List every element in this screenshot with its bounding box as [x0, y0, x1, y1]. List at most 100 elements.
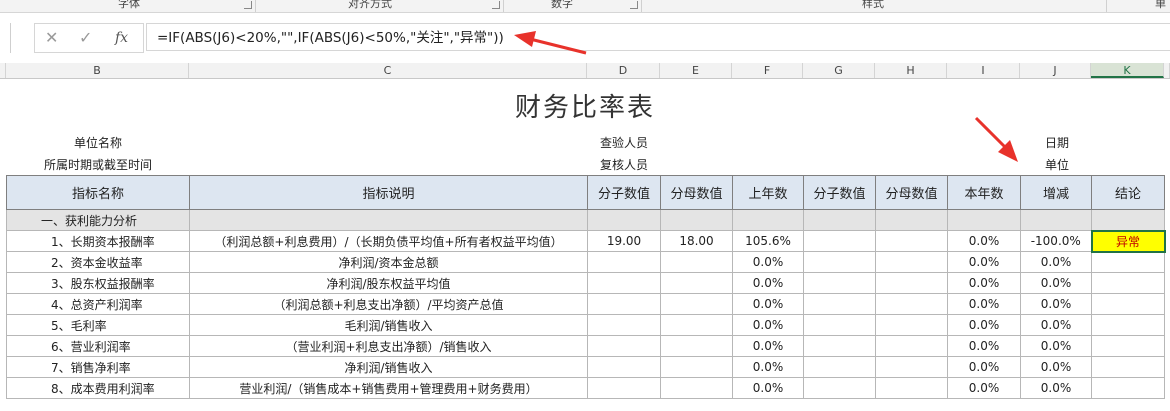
insert-function-icon[interactable]: fx — [115, 28, 128, 48]
change-cell[interactable]: 0.0% — [1020, 272, 1092, 294]
table-cell[interactable] — [660, 209, 733, 231]
denominator-curr-cell[interactable] — [875, 251, 948, 273]
current-year-cell[interactable]: 0.0% — [947, 377, 1021, 399]
checker-label[interactable]: 查验人员 — [600, 134, 648, 151]
numerator-curr-cell[interactable] — [803, 335, 876, 357]
column-header-l[interactable] — [1164, 63, 1170, 78]
denominator-prev-cell[interactable] — [660, 314, 733, 336]
change-cell[interactable]: 0.0% — [1020, 356, 1092, 378]
indicator-desc-cell[interactable]: 净利润/股东权益平均值 — [189, 272, 588, 294]
indicator-desc-cell[interactable]: （营业利润+利息支出净额）/销售收入 — [189, 335, 588, 357]
header-indicator-name[interactable]: 指标名称 — [6, 175, 190, 210]
numerator-curr-cell[interactable] — [803, 314, 876, 336]
table-cell[interactable] — [1020, 209, 1092, 231]
denominator-prev-cell[interactable] — [660, 356, 733, 378]
column-header-e[interactable]: E — [660, 63, 732, 78]
numerator-prev-cell[interactable] — [587, 356, 661, 378]
current-year-cell[interactable]: 0.0% — [947, 356, 1021, 378]
numerator-curr-cell[interactable] — [803, 230, 876, 252]
numerator-prev-cell[interactable] — [587, 251, 661, 273]
previous-year-cell[interactable]: 0.0% — [732, 293, 804, 315]
denominator-prev-cell[interactable] — [660, 251, 733, 273]
formula-input[interactable]: =IF(ABS(J6)<20%,"",IF(ABS(J6)<50%,"关注","… — [146, 23, 1170, 51]
current-year-cell[interactable]: 0.0% — [947, 335, 1021, 357]
header-conclusion[interactable]: 结论 — [1091, 175, 1165, 210]
alignment-launcher-icon[interactable] — [492, 1, 500, 9]
previous-year-cell[interactable]: 0.0% — [732, 314, 804, 336]
column-header-j[interactable]: J — [1020, 63, 1091, 78]
indicator-desc-cell[interactable]: 净利润/资本金总额 — [189, 251, 588, 273]
numerator-prev-cell[interactable] — [587, 314, 661, 336]
indicator-desc-cell[interactable]: （利润总额+利息支出净额）/平均资产总值 — [189, 293, 588, 315]
worksheet[interactable]: 财务比率表 单位名称 所属时期或截至时间 查验人员 复核人员 日期 单位 指标名… — [0, 79, 1170, 411]
change-cell[interactable]: 0.0% — [1020, 377, 1092, 399]
table-cell[interactable] — [875, 209, 948, 231]
ribbon-group-alignment[interactable]: 对齐方式 — [348, 0, 392, 11]
denominator-prev-cell[interactable] — [660, 293, 733, 315]
header-previous-year[interactable]: 上年数 — [732, 175, 804, 210]
previous-year-cell[interactable]: 0.0% — [732, 356, 804, 378]
column-header-c[interactable]: C — [189, 63, 587, 78]
table-cell[interactable] — [1091, 209, 1165, 231]
change-cell[interactable]: 0.0% — [1020, 251, 1092, 273]
denominator-prev-cell[interactable] — [660, 335, 733, 357]
denominator-prev-cell[interactable] — [660, 272, 733, 294]
numerator-prev-cell[interactable]: 19.00 — [587, 230, 661, 252]
column-header-h[interactable]: H — [875, 63, 947, 78]
current-year-cell[interactable]: 0.0% — [947, 272, 1021, 294]
current-year-cell[interactable]: 0.0% — [947, 314, 1021, 336]
numerator-prev-cell[interactable] — [587, 377, 661, 399]
header-current-year[interactable]: 本年数 — [947, 175, 1021, 210]
change-cell[interactable]: -100.0% — [1020, 230, 1092, 252]
header-denominator-curr[interactable]: 分母数值 — [875, 175, 948, 210]
indicator-name-cell[interactable]: 4、总资产利润率 — [6, 293, 190, 315]
ribbon-group-number[interactable]: 数字 — [551, 0, 573, 11]
conclusion-cell[interactable] — [1091, 356, 1165, 378]
unit-label[interactable]: 单位 — [1045, 156, 1069, 173]
denominator-prev-cell[interactable] — [660, 377, 733, 399]
conclusion-cell[interactable] — [1091, 314, 1165, 336]
sheet-title[interactable]: 财务比率表 — [0, 87, 1170, 124]
header-numerator-curr[interactable]: 分子数值 — [803, 175, 876, 210]
reviewer-label[interactable]: 复核人员 — [600, 156, 648, 173]
indicator-name-cell[interactable]: 6、营业利润率 — [6, 335, 190, 357]
date-label[interactable]: 日期 — [1045, 134, 1069, 151]
numerator-prev-cell[interactable] — [587, 272, 661, 294]
conclusion-cell[interactable] — [1091, 272, 1165, 294]
font-launcher-icon[interactable] — [244, 1, 252, 9]
indicator-name-cell[interactable]: 5、毛利率 — [6, 314, 190, 336]
numerator-curr-cell[interactable] — [803, 272, 876, 294]
denominator-prev-cell[interactable]: 18.00 — [660, 230, 733, 252]
previous-year-cell[interactable]: 0.0% — [732, 377, 804, 399]
indicator-desc-cell[interactable]: （利润总额+利息费用）/（长期负债平均值+所有者权益平均值） — [189, 230, 588, 252]
header-numerator-prev[interactable]: 分子数值 — [587, 175, 661, 210]
x-icon[interactable]: ✕ — [45, 28, 58, 48]
numerator-curr-cell[interactable] — [803, 293, 876, 315]
denominator-curr-cell[interactable] — [875, 335, 948, 357]
conclusion-cell[interactable] — [1091, 335, 1165, 357]
indicator-name-cell[interactable]: 1、长期资本报酬率 — [6, 230, 190, 252]
indicator-desc-cell[interactable]: 毛利润/销售收入 — [189, 314, 588, 336]
denominator-curr-cell[interactable] — [875, 230, 948, 252]
column-header-k[interactable]: K — [1091, 63, 1164, 78]
denominator-curr-cell[interactable] — [875, 314, 948, 336]
denominator-curr-cell[interactable] — [875, 272, 948, 294]
indicator-name-cell[interactable]: 3、股东权益报酬率 — [6, 272, 190, 294]
check-icon[interactable]: ✓ — [79, 28, 92, 48]
unit-name-label[interactable]: 单位名称 — [74, 134, 122, 151]
column-header-b[interactable]: B — [6, 63, 189, 78]
current-year-cell[interactable]: 0.0% — [947, 230, 1021, 252]
denominator-curr-cell[interactable] — [875, 377, 948, 399]
number-launcher-icon[interactable] — [630, 1, 638, 9]
section-title[interactable]: 一、获利能力分析 — [6, 209, 190, 231]
table-cell[interactable] — [189, 209, 588, 231]
denominator-curr-cell[interactable] — [875, 293, 948, 315]
header-indicator-desc[interactable]: 指标说明 — [189, 175, 588, 210]
ribbon-group-styles[interactable]: 样式 — [862, 0, 884, 11]
column-header-f[interactable]: F — [732, 63, 803, 78]
numerator-curr-cell[interactable] — [803, 356, 876, 378]
conclusion-cell[interactable] — [1091, 377, 1165, 399]
table-cell[interactable] — [803, 209, 876, 231]
ribbon-group-font[interactable]: 字体 — [118, 0, 140, 11]
indicator-desc-cell[interactable]: 营业利润/（销售成本+销售费用+管理费用+财务费用） — [189, 377, 588, 399]
